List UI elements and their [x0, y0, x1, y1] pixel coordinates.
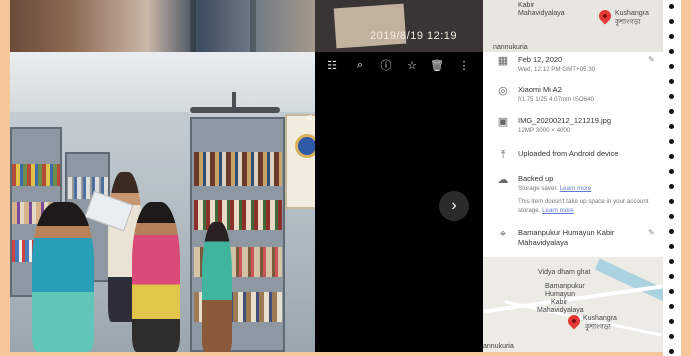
dot	[669, 49, 674, 54]
dot	[669, 139, 674, 144]
viewer-toolbar: ☷ ⌕ ⓘ ☆ 🗑 ⋮	[315, 56, 483, 74]
dot	[669, 199, 674, 204]
top-map-preview[interactable]: Kabir Mahavidyalaya Kushangra কুশাংগড়া …	[483, 0, 663, 52]
camera-details: f/1.75 1/25 4.07mm ISO640	[518, 96, 595, 103]
image-file-icon: ▣	[497, 116, 509, 128]
wall-certificate	[285, 114, 315, 209]
star-icon[interactable]: ☆	[403, 56, 421, 74]
photo-timestamp: 2019/8/19 12:19	[370, 30, 458, 42]
aperture-icon: ◎	[498, 85, 508, 97]
datetime-text: Wed, 12:12 PM GMT+05:30	[518, 66, 596, 73]
person-teal-dress	[32, 202, 94, 352]
chevron-right-icon: ›	[451, 197, 457, 214]
info-icon[interactable]: ⓘ	[377, 56, 395, 74]
map-label: Vidya dham ghat	[538, 269, 591, 276]
edit-location-icon[interactable]: ✎	[648, 228, 655, 237]
map-label: Kabir	[551, 299, 568, 306]
dot	[669, 79, 674, 84]
dot	[669, 94, 674, 99]
dot	[669, 229, 674, 234]
person-pink-dress	[132, 202, 180, 352]
map-label: annukuria	[483, 343, 514, 350]
dot	[669, 154, 674, 159]
storage-saver-text: Storage saver.	[518, 185, 558, 192]
upload-source: Uploaded from Android device	[518, 149, 619, 158]
map-label: Kabir	[518, 2, 535, 9]
dot	[669, 214, 674, 219]
photo-viewer: ☷ ⌕ ⓘ ☆ 🗑 ⋮ ›	[315, 52, 483, 352]
map-pin-icon	[596, 7, 614, 25]
file-details: 12MP 3000 × 4000	[518, 127, 571, 134]
dot	[669, 304, 674, 309]
dot	[669, 274, 674, 279]
dot	[669, 289, 674, 294]
map-label: Bamanpukur	[545, 283, 585, 290]
dot	[669, 4, 674, 9]
dot	[669, 124, 674, 129]
dot	[669, 319, 674, 324]
top-strip: 2019/8/19 12:19 Kabir Mahavidyalaya Kush…	[0, 0, 691, 52]
map-label: কুশাংগড়া	[585, 324, 611, 331]
books	[194, 200, 282, 230]
map-label: Kushangra	[615, 10, 649, 17]
calendar-icon: ▦	[497, 55, 509, 67]
dot	[669, 109, 674, 114]
seal-emblem	[295, 134, 315, 158]
learn-more-link[interactable]: Learn more	[542, 207, 574, 214]
cloud-done-icon: ☁	[497, 174, 509, 186]
previous-photo-strip[interactable]	[10, 0, 315, 52]
date-text: Feb 12, 2020	[518, 55, 563, 64]
map-label: nannukuria	[493, 44, 528, 51]
books	[12, 164, 60, 186]
map-label: কুশাংগড়া	[615, 19, 641, 26]
dot	[669, 334, 674, 339]
books	[194, 152, 282, 186]
dot	[669, 19, 674, 24]
next-photo-button[interactable]: ›	[439, 191, 469, 221]
info-panel: ▦ Feb 12, 2020 Wed, 12:12 PM GMT+05:30 ✎…	[483, 52, 663, 257]
river	[594, 258, 663, 308]
previous-photo-dark	[315, 0, 483, 52]
map-label: Humayun	[545, 291, 575, 298]
map-label: Kushangra	[583, 315, 617, 322]
location-line2: Mahavidyalaya	[518, 238, 569, 247]
map-label: Mahavidyalaya	[537, 307, 584, 314]
delete-icon[interactable]: 🗑	[428, 56, 446, 74]
dot	[669, 244, 674, 249]
dot	[669, 349, 674, 354]
file-name: IMG_20200212_121219.jpg	[518, 116, 611, 125]
dotted-border	[663, 0, 681, 356]
dot	[669, 34, 674, 39]
edit-date-icon[interactable]: ✎	[648, 55, 655, 64]
camera-name: Xiaomi Mi A2	[518, 85, 562, 94]
ceiling	[10, 52, 315, 112]
share-icon[interactable]: <	[306, 112, 312, 124]
location-pin-icon: ⌖	[499, 228, 507, 240]
location-map[interactable]: Vidya dham ghat Bamanpukur Humayun Kabir…	[483, 257, 663, 352]
more-icon[interactable]: ⋮	[455, 56, 473, 74]
zoom-icon[interactable]: ⌕	[351, 56, 369, 74]
backup-title: Backed up	[518, 174, 554, 183]
person-background	[202, 222, 232, 352]
dot	[669, 184, 674, 189]
location-line1: Bamanpukur Humayun Kabir	[518, 228, 615, 237]
map-label: Mahavidyalaya	[518, 10, 565, 17]
storage-note: This item doesn't take up space in your …	[518, 198, 649, 214]
shelf-post	[250, 0, 256, 52]
shelf-post	[190, 0, 196, 52]
main-photo[interactable]: <	[10, 52, 315, 352]
dot	[669, 169, 674, 174]
dot	[669, 64, 674, 69]
dot	[669, 259, 674, 264]
learn-more-link[interactable]: Learn more	[560, 185, 592, 192]
ceiling-fan	[190, 107, 280, 113]
upload-icon: ⤒	[500, 149, 506, 161]
tune-icon[interactable]: ☷	[323, 56, 341, 74]
